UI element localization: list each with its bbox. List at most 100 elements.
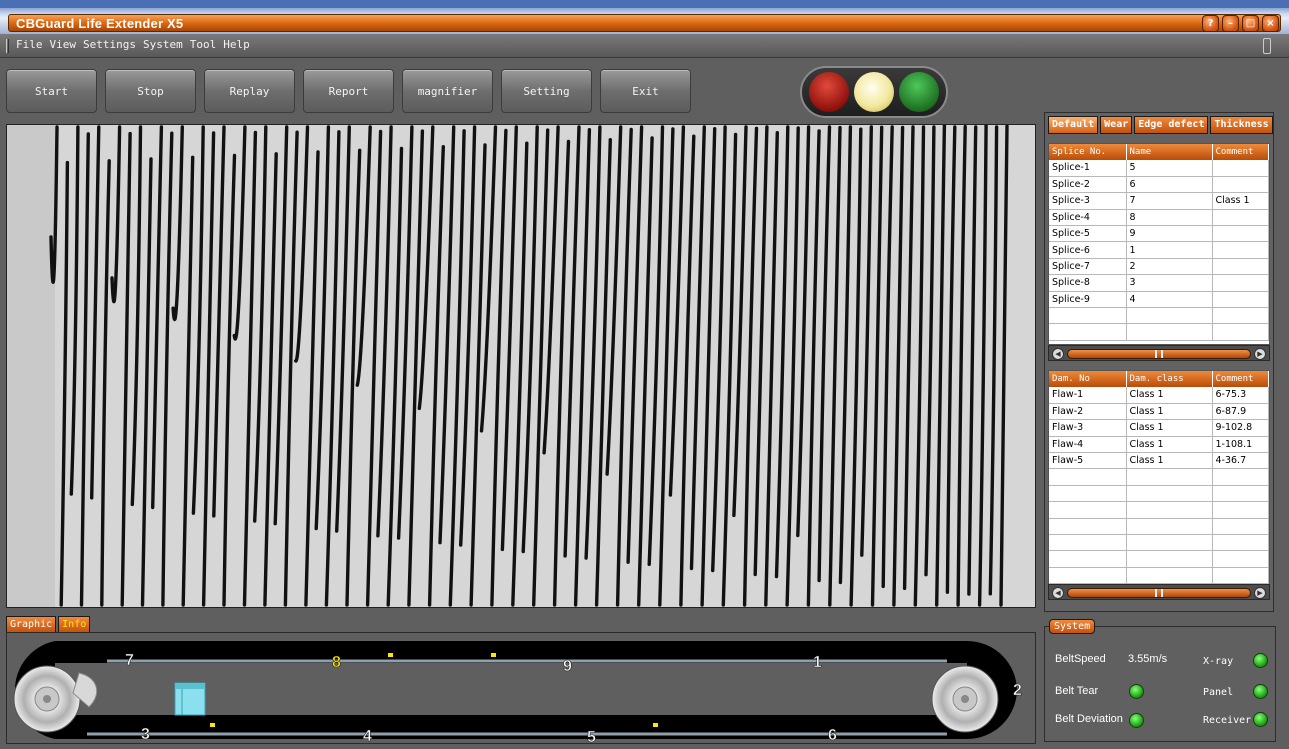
table-cell[interactable]: 6: [1126, 176, 1213, 194]
table-cell[interactable]: Class 1: [1126, 403, 1213, 421]
table-cell[interactable]: 6-87.9: [1212, 403, 1269, 421]
menu-system[interactable]: System: [143, 38, 183, 51]
table-cell[interactable]: [1212, 323, 1269, 341]
column-header[interactable]: Name: [1126, 144, 1213, 160]
table-row[interactable]: Splice-7 2: [1049, 258, 1269, 276]
tab-wear[interactable]: Wear: [1100, 116, 1133, 134]
damage-marker[interactable]: [210, 723, 215, 727]
table-row[interactable]: [1049, 307, 1269, 325]
table-cell[interactable]: 7: [1126, 192, 1213, 210]
table-cell[interactable]: [1212, 468, 1269, 486]
table-row[interactable]: Flaw-3 Class 1 9-102.8: [1049, 419, 1269, 437]
table-cell[interactable]: Splice-5: [1049, 225, 1127, 243]
splice-label-7[interactable]: 7: [125, 652, 135, 670]
table-cell[interactable]: Flaw-5: [1049, 452, 1127, 470]
table-cell[interactable]: [1212, 307, 1269, 325]
tab-graphic[interactable]: Graphic: [6, 616, 57, 633]
table-row[interactable]: Splice-8 3: [1049, 274, 1269, 292]
column-header[interactable]: Comment: [1212, 144, 1269, 160]
table-cell[interactable]: [1126, 501, 1213, 519]
table-cell[interactable]: 1-108.1: [1212, 436, 1269, 454]
menu-view[interactable]: View: [50, 38, 77, 51]
column-header[interactable]: Comment: [1212, 371, 1269, 387]
table-row[interactable]: [1049, 323, 1269, 341]
scroll-thumb[interactable]: [1155, 589, 1163, 597]
table-cell[interactable]: 5: [1126, 160, 1213, 177]
table-cell[interactable]: [1212, 567, 1269, 585]
table-row[interactable]: Splice-1 5: [1049, 160, 1269, 177]
scroll-left-icon[interactable]: ◀: [1052, 587, 1064, 599]
table-row[interactable]: [1049, 468, 1269, 486]
scroll-right-icon[interactable]: ▶: [1254, 348, 1266, 360]
table-row[interactable]: [1049, 534, 1269, 552]
table-cell[interactable]: Splice-8: [1049, 274, 1127, 292]
splice-label-9[interactable]: 9: [563, 658, 573, 676]
table-row[interactable]: Flaw-1 Class 1 6-75.3: [1049, 387, 1269, 404]
table-cell[interactable]: 6-75.3: [1212, 387, 1269, 404]
table-cell[interactable]: Splice-1: [1049, 160, 1127, 177]
menu-settings[interactable]: Settings: [83, 38, 136, 51]
table-row[interactable]: [1049, 518, 1269, 536]
column-header[interactable]: Splice No.: [1049, 144, 1127, 160]
table-cell[interactable]: [1212, 534, 1269, 552]
exit-button[interactable]: Exit: [600, 69, 691, 113]
table-cell[interactable]: [1126, 323, 1213, 341]
table-cell[interactable]: 3: [1126, 274, 1213, 292]
close-button[interactable]: ×: [1262, 15, 1279, 32]
table-row[interactable]: Splice-6 1: [1049, 241, 1269, 259]
table-row[interactable]: Flaw-4 Class 1 1-108.1: [1049, 436, 1269, 454]
table-cell[interactable]: [1212, 209, 1269, 227]
table-row[interactable]: Flaw-2 Class 1 6-87.9: [1049, 403, 1269, 421]
table-cell[interactable]: [1126, 518, 1213, 536]
table-cell[interactable]: [1126, 468, 1213, 486]
table-cell[interactable]: Splice-9: [1049, 291, 1127, 309]
table-row[interactable]: [1049, 550, 1269, 568]
table-cell[interactable]: [1126, 550, 1213, 568]
splice-label-4[interactable]: 4: [363, 728, 373, 746]
xray-image-view[interactable]: [6, 124, 1036, 608]
table-cell[interactable]: Flaw-2: [1049, 403, 1127, 421]
tab-info[interactable]: Info: [58, 616, 91, 633]
table-cell[interactable]: [1212, 518, 1269, 536]
table-cell[interactable]: Class 1: [1126, 419, 1213, 437]
table-cell[interactable]: Splice-3: [1049, 192, 1127, 210]
table-cell[interactable]: [1049, 518, 1127, 536]
table-cell[interactable]: Flaw-3: [1049, 419, 1127, 437]
table-cell[interactable]: Splice-4: [1049, 209, 1127, 227]
scroll-left-icon[interactable]: ◀: [1052, 348, 1064, 360]
damage-marker[interactable]: [388, 653, 393, 657]
table-row[interactable]: [1049, 501, 1269, 519]
minimize-button[interactable]: –: [1222, 15, 1239, 32]
magnifier-button[interactable]: magnifier: [402, 69, 493, 113]
table-cell[interactable]: [1049, 567, 1127, 585]
table-cell[interactable]: Class 1: [1212, 192, 1269, 210]
table-cell[interactable]: 9-102.8: [1212, 419, 1269, 437]
menu-help[interactable]: Help: [223, 38, 250, 51]
menu-file[interactable]: File: [16, 38, 43, 51]
table-cell[interactable]: [1049, 501, 1127, 519]
table-row[interactable]: Splice-3 7 Class 1: [1049, 192, 1269, 210]
table-cell[interactable]: [1212, 485, 1269, 503]
table-cell[interactable]: [1126, 534, 1213, 552]
damage-marker[interactable]: [653, 723, 658, 727]
table-cell[interactable]: [1212, 550, 1269, 568]
table-cell[interactable]: [1126, 567, 1213, 585]
tab-edge-defect[interactable]: Edge defect: [1134, 116, 1209, 134]
tab-default[interactable]: Default: [1048, 116, 1099, 134]
maximize-button[interactable]: □: [1242, 15, 1259, 32]
table-cell[interactable]: Class 1: [1126, 452, 1213, 470]
table-cell[interactable]: Splice-2: [1049, 176, 1127, 194]
table-cell[interactable]: Class 1: [1126, 436, 1213, 454]
table-row[interactable]: [1049, 485, 1269, 503]
damage-scrollbar[interactable]: ◀ ▶: [1048, 584, 1270, 600]
table-cell[interactable]: [1212, 501, 1269, 519]
table-cell[interactable]: 1: [1126, 241, 1213, 259]
column-header[interactable]: Dam. class: [1126, 371, 1213, 387]
table-cell[interactable]: 2: [1126, 258, 1213, 276]
table-cell[interactable]: [1049, 468, 1127, 486]
setting-button[interactable]: Setting: [501, 69, 592, 113]
table-cell[interactable]: Class 1: [1126, 387, 1213, 404]
table-cell[interactable]: Flaw-1: [1049, 387, 1127, 404]
menu-tool[interactable]: Tool: [190, 38, 217, 51]
table-cell[interactable]: [1212, 258, 1269, 276]
